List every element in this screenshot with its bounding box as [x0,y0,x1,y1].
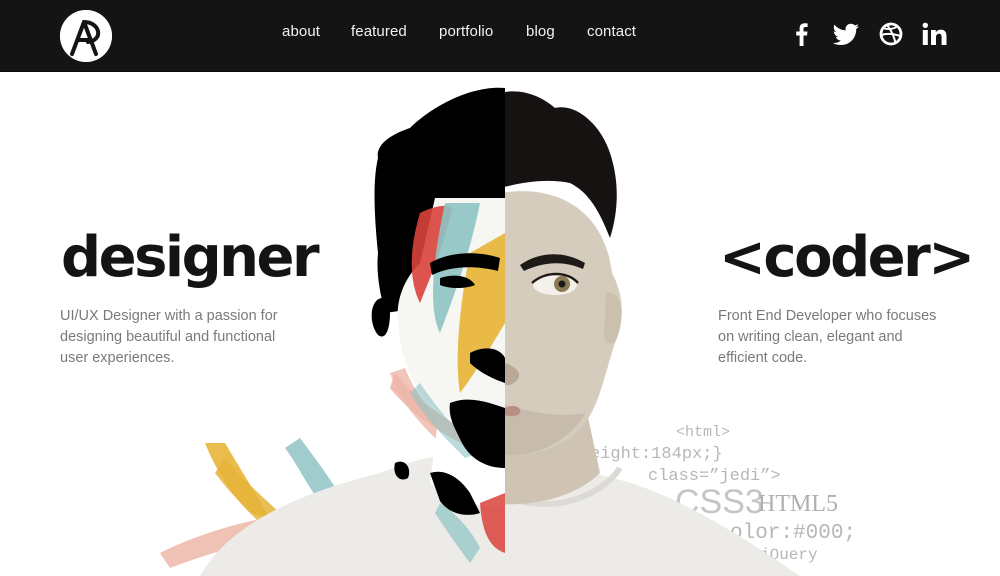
designer-description-line: designing beautiful and functional [60,329,276,345]
nav-link-portfolio[interactable]: portfolio [439,23,493,40]
coder-heading: <coder> [719,225,975,290]
linkedin-icon [922,22,947,45]
photo-half-face [505,91,622,455]
nav-link-blog[interactable]: blog [526,23,555,40]
nav-link-contact[interactable]: contact [587,23,636,40]
hero-section: <html> eight:184px;} class=”jedi”> CSS3 … [0,73,1000,576]
nav-link-about[interactable]: about [282,23,320,40]
logo-link[interactable] [60,10,112,62]
top-navbar: about featured portfolio blog contact [0,0,1000,72]
designer-description-line: user experiences. [60,350,175,366]
facebook-link[interactable] [785,18,817,50]
nav-link-featured[interactable]: featured [351,23,407,40]
dribbble-icon [879,22,903,46]
dribbble-link[interactable] [875,18,907,50]
coder-description-line: on writing clean, elegant and [718,329,903,345]
ap-monogram-logo-icon [60,10,112,62]
facebook-icon [796,23,808,46]
designer-description-line: UI/UX Designer with a passion for [60,308,278,324]
coder-description-line: efficient code. [718,350,808,366]
designer-heading: designer [61,225,320,290]
twitter-link[interactable] [830,18,862,50]
designer-description: UI/UX Designer with a passion for design… [60,306,300,369]
coder-description: Front End Developer who focuses on writi… [718,306,958,369]
coder-description-line: Front End Developer who focuses [718,308,937,324]
linkedin-link[interactable] [919,18,951,50]
twitter-icon [832,23,859,45]
